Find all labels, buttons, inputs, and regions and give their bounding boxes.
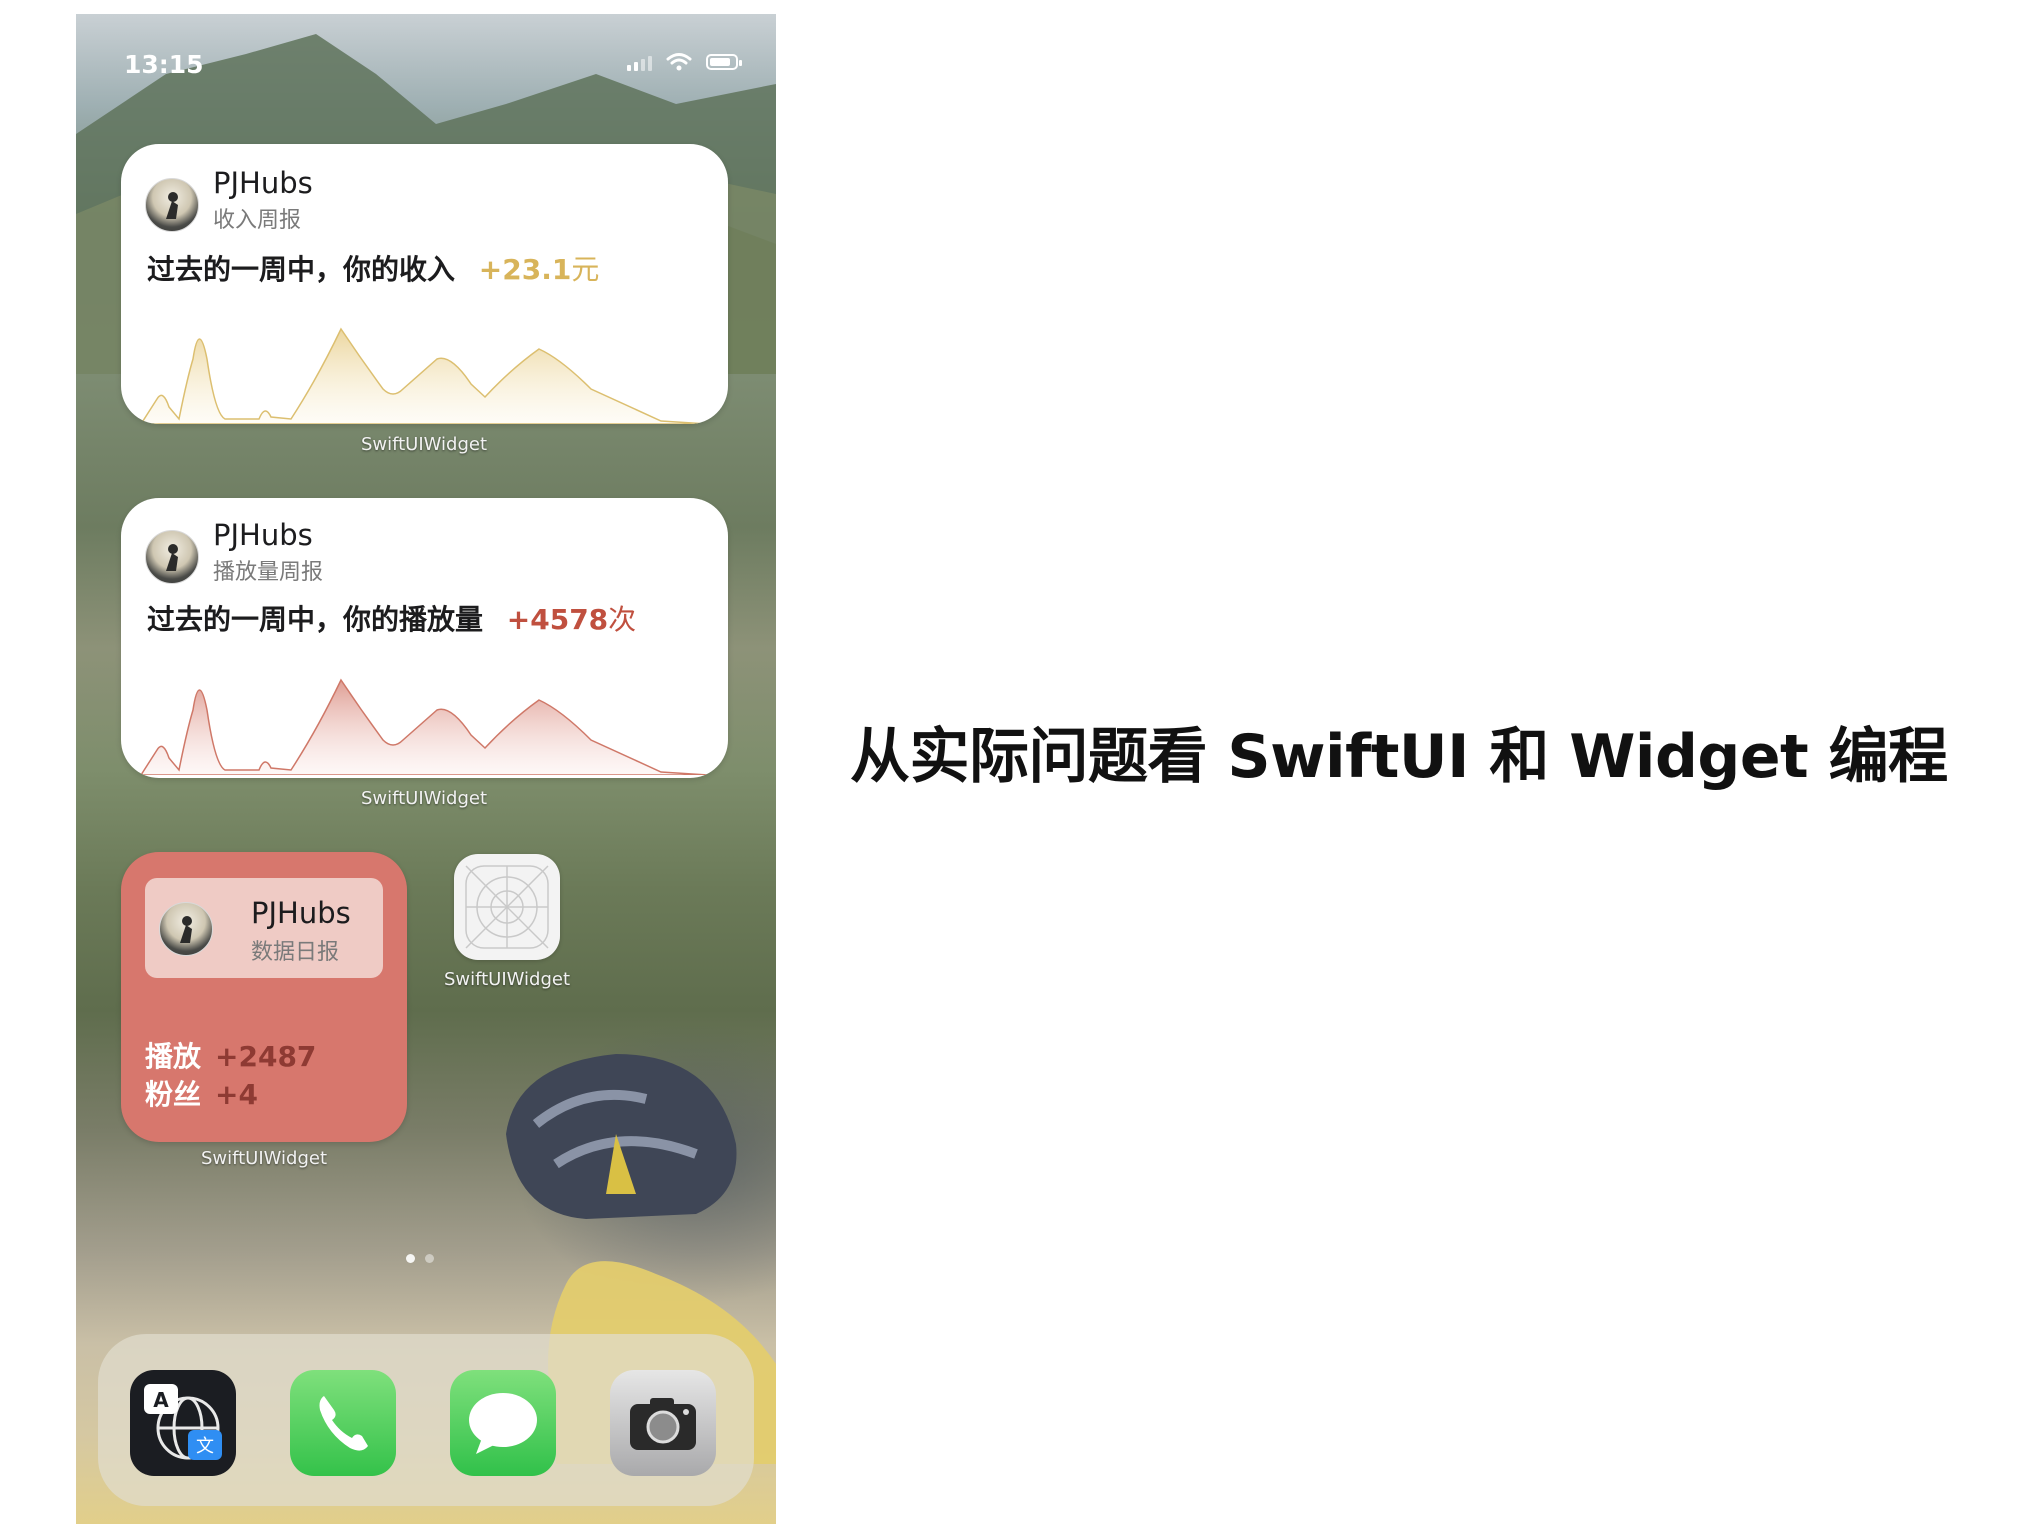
small-widget-stats: 播放 +2487 粉丝 +4 bbox=[145, 1038, 316, 1114]
stat-value: +2487 bbox=[215, 1040, 317, 1073]
widget-summary: 过去的一周中，你的播放量 +4578次 bbox=[147, 598, 636, 638]
app-icon-grid-icon bbox=[465, 865, 549, 949]
plays-trend-chart bbox=[141, 678, 708, 775]
phone-app-icon[interactable] bbox=[290, 1370, 396, 1476]
phone-screen: 13:15 PJHubs 收入周报 过去的一周中，你的收入 +23.1元 Swi… bbox=[76, 14, 776, 1524]
widget-label: SwiftUIWidget bbox=[200, 1148, 328, 1169]
daily-data-widget[interactable]: PJHubs 数据日报 播放 +2487 粉丝 +4 bbox=[121, 852, 407, 1142]
widget-label: SwiftUIWidget bbox=[360, 434, 488, 455]
avatar bbox=[145, 178, 199, 232]
wifi-icon bbox=[666, 53, 692, 71]
income-weekly-widget[interactable]: PJHubs 收入周报 过去的一周中，你的收入 +23.1元 bbox=[121, 144, 728, 424]
battery-icon bbox=[706, 54, 742, 70]
summary-unit: 元 bbox=[571, 253, 600, 286]
app-icon-label: SwiftUIWidget bbox=[443, 969, 571, 990]
income-trend-chart bbox=[141, 327, 708, 424]
widget-title: PJHubs bbox=[251, 896, 351, 930]
stat-followers: 粉丝 +4 bbox=[145, 1076, 316, 1114]
stat-plays: 播放 +2487 bbox=[145, 1038, 316, 1076]
widget-label: SwiftUIWidget bbox=[360, 788, 488, 809]
widget-subtitle: 收入周报 bbox=[213, 208, 302, 233]
summary-prefix: 过去的一周中，你的收入 bbox=[147, 253, 456, 286]
widget-title: PJHubs bbox=[213, 518, 313, 552]
page-indicator[interactable] bbox=[406, 1254, 434, 1263]
page-dot bbox=[425, 1254, 434, 1263]
article-headline: 从实际问题看 SwiftUI 和 Widget 编程 bbox=[850, 722, 1948, 792]
avatar bbox=[145, 530, 199, 584]
summary-value: +4578 bbox=[506, 603, 609, 636]
widget-subtitle: 播放量周报 bbox=[213, 560, 324, 585]
svg-text:A: A bbox=[153, 1388, 169, 1412]
summary-value: +23.1 bbox=[478, 253, 572, 286]
camera-app-icon[interactable] bbox=[610, 1370, 716, 1476]
widget-summary: 过去的一周中，你的收入 +23.1元 bbox=[147, 248, 599, 288]
translate-app-icon[interactable]: A 文 bbox=[130, 1370, 236, 1476]
plays-weekly-widget[interactable]: PJHubs 播放量周报 过去的一周中，你的播放量 +4578次 bbox=[121, 498, 728, 778]
stat-label: 播放 bbox=[145, 1040, 202, 1073]
avatar bbox=[159, 902, 213, 956]
stat-label: 粉丝 bbox=[145, 1078, 202, 1111]
svg-text:文: 文 bbox=[196, 1436, 214, 1457]
cellular-signal-icon bbox=[627, 53, 652, 71]
status-time: 13:15 bbox=[124, 50, 204, 79]
status-bar: 13:15 bbox=[76, 36, 776, 79]
widget-title: PJHubs bbox=[213, 166, 313, 200]
page-dot bbox=[406, 1254, 415, 1263]
small-widget-header: PJHubs 数据日报 bbox=[145, 878, 383, 978]
swiftui-widget-app-icon[interactable] bbox=[454, 854, 560, 960]
stat-value: +4 bbox=[215, 1078, 258, 1111]
dock: A 文 bbox=[98, 1334, 754, 1506]
summary-prefix: 过去的一周中，你的播放量 bbox=[147, 603, 484, 636]
summary-unit: 次 bbox=[608, 603, 637, 636]
widget-subtitle: 数据日报 bbox=[251, 940, 340, 965]
messages-app-icon[interactable] bbox=[450, 1370, 556, 1476]
